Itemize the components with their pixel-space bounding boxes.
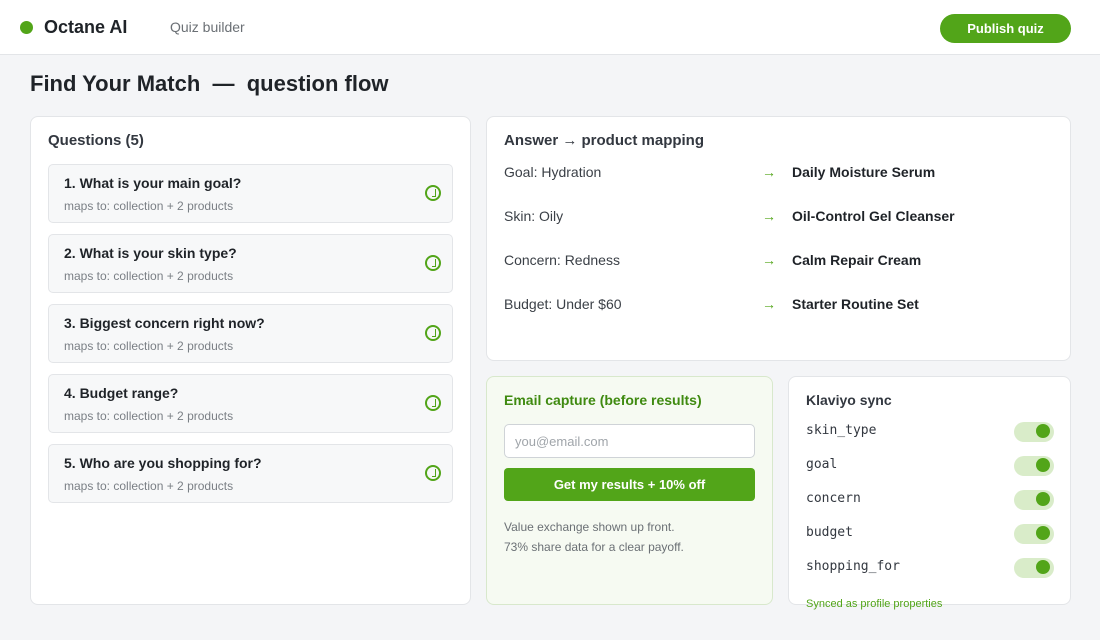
- toggle-switch[interactable]: [1014, 456, 1054, 476]
- toggle-switch[interactable]: [1014, 558, 1054, 578]
- email-note-line: Value exchange shown up front.: [504, 520, 675, 534]
- brand-name: Octane AI: [44, 17, 128, 37]
- mapping-product: Starter Routine Set: [792, 296, 919, 312]
- check-circle-icon: [425, 185, 441, 201]
- mapping-answer: Goal: Hydration: [504, 164, 602, 180]
- toggle-switch[interactable]: [1014, 422, 1054, 442]
- klaviyo-property-row: goal: [806, 456, 1054, 476]
- question-mapping-summary: maps to: collection + 2 products: [64, 199, 234, 213]
- arrow-right-icon: →: [762, 252, 776, 268]
- mapping-answer: Concern: Redness: [504, 252, 620, 268]
- check-circle-icon: [425, 325, 441, 341]
- check-circle-icon: [425, 395, 441, 411]
- mapping-panel: Answer → product mapping Goal: Hydration…: [486, 116, 1071, 361]
- mapping-row[interactable]: Goal: Hydration → Daily Moisture Serum: [504, 164, 1054, 184]
- check-circle-icon: [425, 465, 441, 481]
- klaviyo-heading: Klaviyo sync: [806, 392, 892, 408]
- mapping-answer: Skin: Oily: [504, 208, 564, 224]
- arrow-right-icon: →: [762, 164, 776, 180]
- klaviyo-sync-panel: Klaviyo sync skin_type goal concern budg…: [788, 376, 1071, 610]
- question-mapping-summary: maps to: collection + 2 products: [64, 269, 234, 283]
- question-mapping-summary: maps to: collection + 2 products: [64, 339, 234, 353]
- question-mapping-summary: maps to: collection + 2 products: [64, 409, 234, 423]
- mapping-answer: Budget: Under $60: [504, 296, 622, 312]
- property-name: budget: [806, 525, 853, 540]
- question-item[interactable]: 2. What is your skin type? maps to: coll…: [48, 234, 453, 293]
- email-field[interactable]: [504, 424, 755, 458]
- arrow-right-icon: →: [762, 296, 776, 312]
- question-title: 4. Budget range?: [64, 385, 179, 401]
- mapping-product: Daily Moisture Serum: [792, 164, 936, 180]
- klaviyo-property-row: budget: [806, 524, 1054, 544]
- check-circle-icon: [425, 255, 441, 271]
- sync-status-note: Synced as profile properties: [806, 598, 943, 610]
- email-capture-heading: Email capture (before results): [504, 392, 702, 408]
- mapping-heading: Answer → product mapping: [504, 132, 705, 149]
- email-capture-panel: Email capture (before results) Get my re…: [486, 376, 773, 605]
- mapping-row[interactable]: Budget: Under $60 → Starter Routine Set: [504, 296, 1054, 316]
- question-item[interactable]: 4. Budget range? maps to: collection + 2…: [48, 374, 453, 433]
- property-name: goal: [806, 457, 838, 472]
- email-note-line: 73% share data for a clear payoff.: [504, 540, 684, 554]
- question-item[interactable]: 3. Biggest concern right now? maps to: c…: [48, 304, 453, 363]
- klaviyo-property-row: shopping_for: [806, 558, 1054, 578]
- question-title: 5. Who are you shopping for?: [64, 455, 262, 471]
- mapping-row[interactable]: Skin: Oily → Oil-Control Gel Cleanser: [504, 208, 1054, 228]
- property-name: shopping_for: [806, 559, 900, 574]
- brand-dot-icon: [20, 21, 33, 34]
- question-title: 1. What is your main goal?: [64, 175, 242, 191]
- top-bar: Octane AI Quiz builder Publish quiz: [0, 0, 1100, 55]
- get-results-button[interactable]: Get my results + 10% off: [504, 468, 755, 501]
- nav-link-quiz-builder[interactable]: Quiz builder: [170, 19, 245, 35]
- question-title: 2. What is your skin type?: [64, 245, 237, 261]
- toggle-switch[interactable]: [1014, 490, 1054, 510]
- question-item[interactable]: 1. What is your main goal? maps to: coll…: [48, 164, 453, 223]
- mapping-row[interactable]: Concern: Redness → Calm Repair Cream: [504, 252, 1054, 272]
- questions-heading: Questions (5): [48, 132, 144, 149]
- mapping-product: Oil-Control Gel Cleanser: [792, 208, 955, 224]
- question-title: 3. Biggest concern right now?: [64, 315, 265, 331]
- questions-panel: Questions (5) 1. What is your main goal?…: [30, 116, 471, 605]
- arrow-right-icon: →: [762, 208, 776, 224]
- klaviyo-property-row: concern: [806, 490, 1054, 510]
- klaviyo-property-row: skin_type: [806, 422, 1054, 442]
- question-mapping-summary: maps to: collection + 2 products: [64, 479, 234, 493]
- property-name: concern: [806, 491, 861, 506]
- page-title: Find Your Match — question flow: [30, 71, 389, 96]
- question-item[interactable]: 5. Who are you shopping for? maps to: co…: [48, 444, 453, 503]
- publish-quiz-button[interactable]: Publish quiz: [940, 14, 1071, 43]
- toggle-switch[interactable]: [1014, 524, 1054, 544]
- property-name: skin_type: [806, 423, 877, 438]
- mapping-product: Calm Repair Cream: [792, 252, 922, 268]
